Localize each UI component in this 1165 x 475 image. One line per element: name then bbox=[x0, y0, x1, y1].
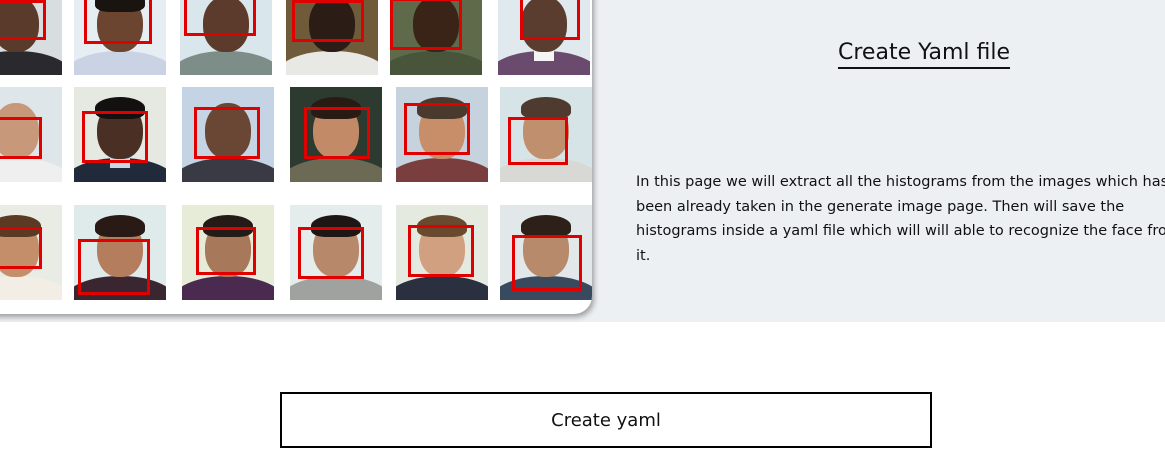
face-photo bbox=[396, 205, 488, 300]
face-photo bbox=[498, 0, 590, 75]
face-photo bbox=[180, 0, 272, 75]
face-photo bbox=[290, 205, 382, 300]
face-photo bbox=[182, 205, 274, 300]
face-photo bbox=[182, 87, 274, 182]
face-photo bbox=[74, 0, 166, 75]
face-photo bbox=[0, 205, 62, 300]
face-photo bbox=[74, 87, 166, 182]
face-photo bbox=[396, 87, 488, 182]
page-title: Create Yaml file bbox=[838, 40, 1011, 69]
face-photo bbox=[74, 205, 166, 300]
face-photo bbox=[0, 87, 62, 182]
face-detection-gallery bbox=[0, 0, 592, 314]
face-photo bbox=[286, 0, 378, 75]
face-photo bbox=[500, 205, 592, 300]
create-yaml-button[interactable]: Create yaml bbox=[280, 392, 932, 448]
face-photo bbox=[390, 0, 482, 75]
page-description: In this page we will extract all the his… bbox=[636, 174, 1165, 264]
face-photo bbox=[0, 0, 62, 75]
face-photo bbox=[290, 87, 382, 182]
face-photo bbox=[500, 87, 592, 182]
